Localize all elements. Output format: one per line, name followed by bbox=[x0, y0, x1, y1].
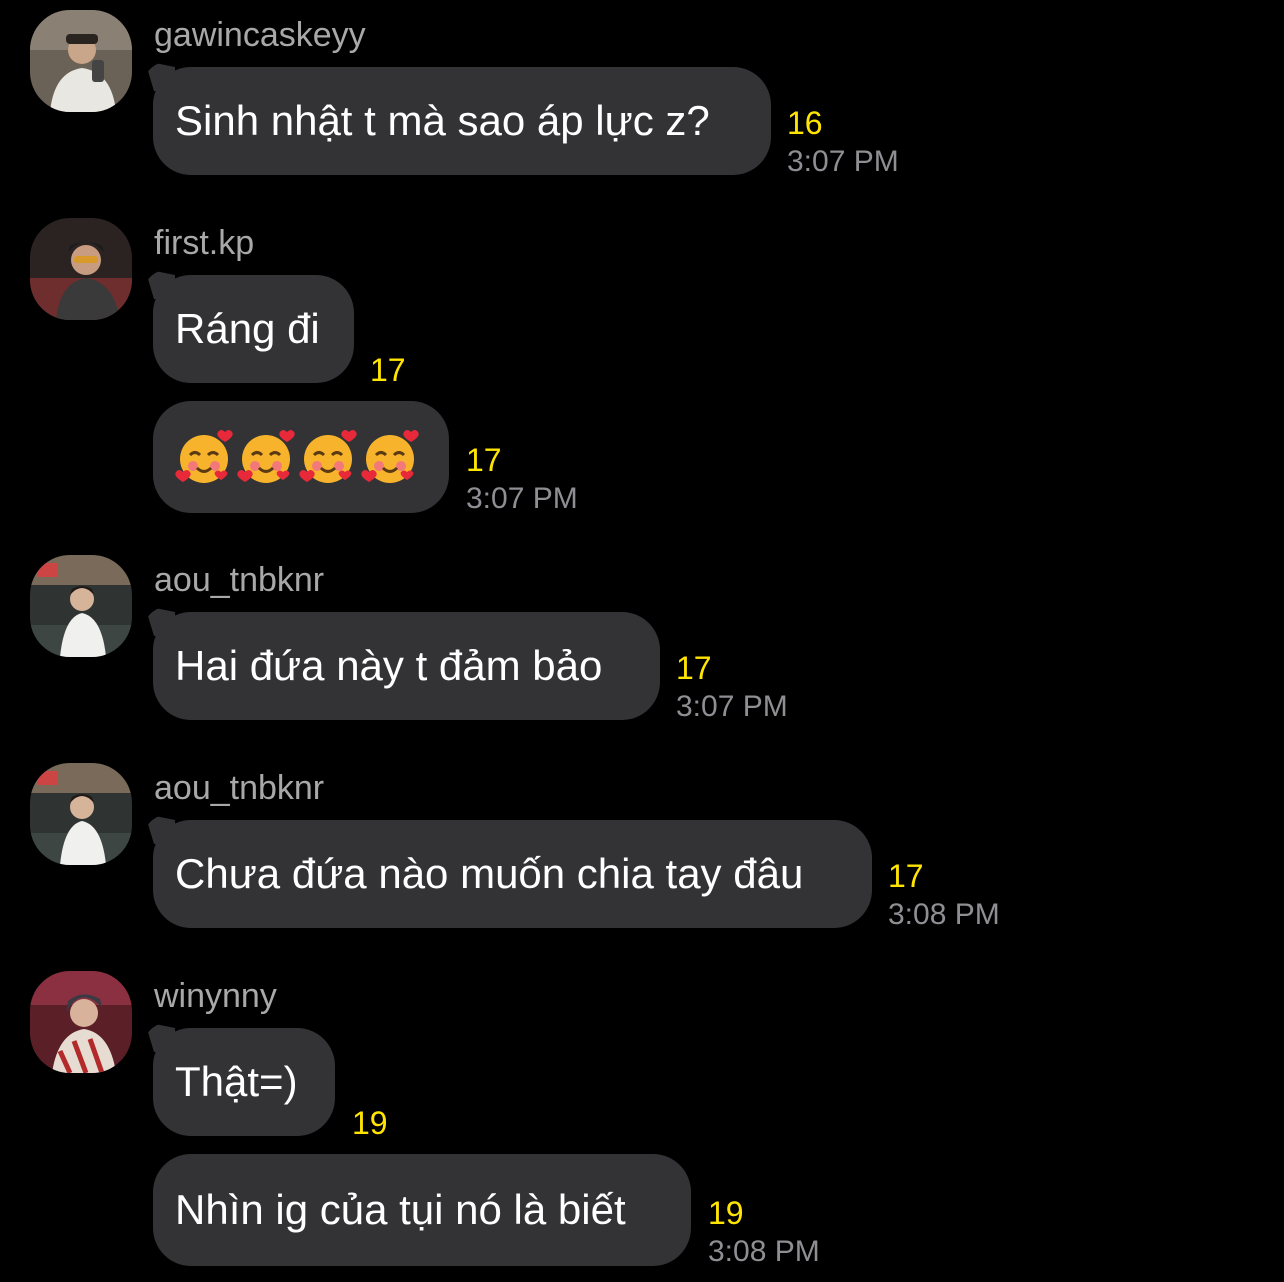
reaction-count: 17 bbox=[370, 352, 406, 388]
message-bubble[interactable]: Sinh nhật t mà sao áp lực z? bbox=[153, 67, 771, 175]
chat-thread: gawincaskeyy Sinh nhật t mà sao áp lực z… bbox=[0, 0, 1284, 1282]
smiling-face-with-hearts-icon bbox=[237, 430, 295, 483]
message-text: Chưa đứa nào muốn chia tay đâu bbox=[175, 850, 804, 897]
user-photo-icon bbox=[30, 218, 132, 320]
reaction-count: 17 bbox=[466, 442, 502, 478]
sender-name: gawincaskeyy bbox=[154, 16, 366, 54]
reaction-count: 17 bbox=[888, 858, 924, 894]
sender-name: first.kp bbox=[154, 224, 255, 262]
user-photo-icon bbox=[30, 555, 132, 657]
sender-name: winynny bbox=[154, 977, 277, 1015]
emoji-message bbox=[175, 428, 419, 486]
sender-name: aou_tnbknr bbox=[154, 769, 325, 807]
avatar[interactable] bbox=[30, 971, 132, 1073]
message-meta: 19 bbox=[352, 1104, 388, 1142]
message-text: Thật=) bbox=[175, 1058, 298, 1105]
avatar[interactable] bbox=[30, 218, 132, 320]
reaction-count: 19 bbox=[352, 1105, 388, 1141]
message-text: Nhìn ig của tụi nó là biết bbox=[175, 1186, 626, 1233]
message-meta: 16 3:07 PM bbox=[787, 104, 899, 182]
message-meta: 19 3:08 PM bbox=[708, 1194, 820, 1272]
message-text: Ráng đi bbox=[175, 305, 320, 352]
message-bubble[interactable] bbox=[153, 401, 449, 513]
reaction-count: 17 bbox=[676, 650, 712, 686]
user-photo-icon bbox=[30, 971, 132, 1073]
reaction-count: 16 bbox=[787, 105, 823, 141]
avatar[interactable] bbox=[30, 10, 132, 112]
user-photo-icon bbox=[30, 10, 132, 112]
message-meta: 17 bbox=[370, 351, 406, 389]
smiling-face-with-hearts-icon bbox=[299, 430, 357, 483]
message-bubble[interactable]: Chưa đứa nào muốn chia tay đâu bbox=[153, 820, 872, 928]
timestamp: 3:08 PM bbox=[708, 1235, 820, 1268]
smiling-face-with-hearts-icon bbox=[175, 430, 233, 483]
message-text: Sinh nhật t mà sao áp lực z? bbox=[175, 97, 710, 144]
message-text: Hai đứa này t đảm bảo bbox=[175, 642, 603, 689]
sender-name: aou_tnbknr bbox=[154, 561, 325, 599]
message-meta: 17 3:07 PM bbox=[676, 649, 788, 727]
user-photo-icon bbox=[30, 763, 132, 865]
timestamp: 3:07 PM bbox=[676, 690, 788, 723]
message-bubble[interactable]: Ráng đi bbox=[153, 275, 354, 383]
avatar[interactable] bbox=[30, 555, 132, 657]
avatar[interactable] bbox=[30, 763, 132, 865]
message-bubble[interactable]: Thật=) bbox=[153, 1028, 335, 1136]
message-bubble[interactable]: Nhìn ig của tụi nó là biết bbox=[153, 1154, 691, 1266]
smiling-face-with-hearts-icon bbox=[361, 430, 419, 483]
message-bubble[interactable]: Hai đứa này t đảm bảo bbox=[153, 612, 660, 720]
timestamp: 3:07 PM bbox=[466, 482, 578, 515]
timestamp: 3:07 PM bbox=[787, 145, 899, 178]
timestamp: 3:08 PM bbox=[888, 898, 1000, 931]
message-meta: 17 3:07 PM bbox=[466, 441, 578, 519]
message-meta: 17 3:08 PM bbox=[888, 857, 1000, 935]
reaction-count: 19 bbox=[708, 1195, 744, 1231]
